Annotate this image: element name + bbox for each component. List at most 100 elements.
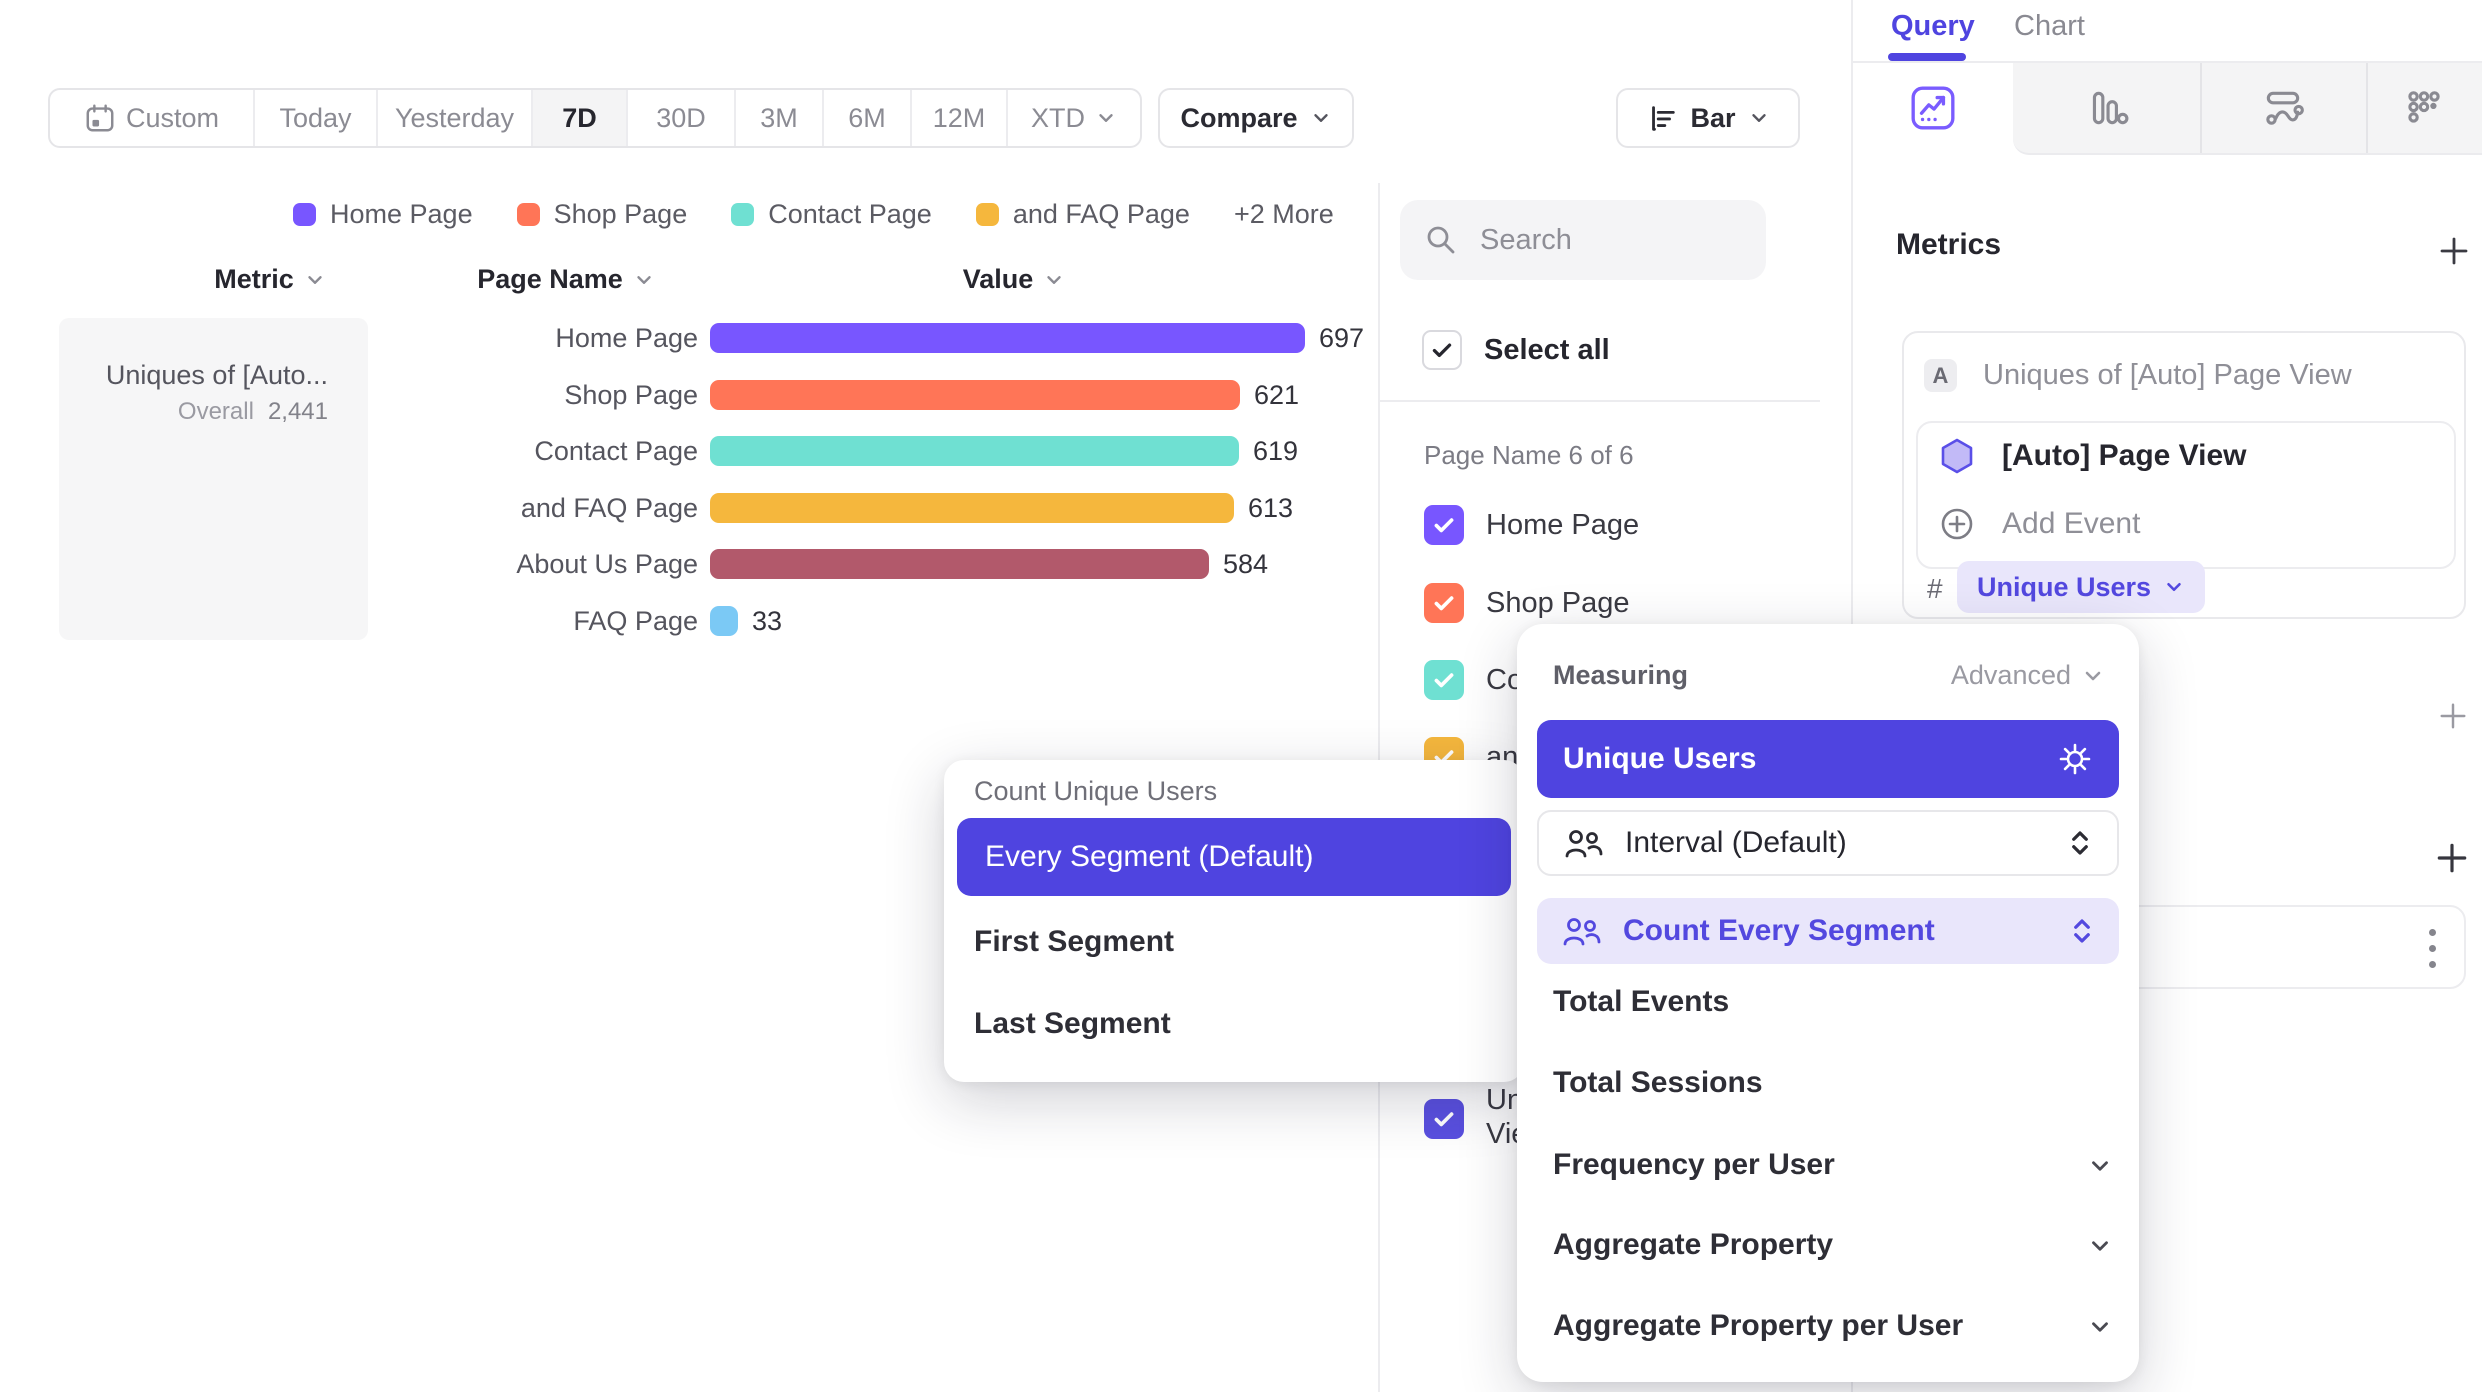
legend-item[interactable]: and FAQ Page	[976, 199, 1190, 230]
date-range-label: Custom	[126, 103, 219, 134]
check-icon	[1431, 590, 1457, 616]
metric-title: Uniques of [Auto...	[106, 360, 328, 391]
checkbox[interactable]	[1424, 1099, 1464, 1139]
bar-about-us-page[interactable]	[710, 549, 1209, 579]
chevron-down-icon	[1310, 107, 1332, 129]
bar-value: 584	[1223, 547, 1268, 581]
table-row: Contact Page 619	[368, 434, 1398, 468]
chart-type-button[interactable]: Bar	[1616, 88, 1800, 148]
legend-swatch	[731, 203, 754, 226]
users-icon	[1565, 828, 1603, 858]
tab-chart[interactable]: Chart	[2014, 10, 2085, 43]
hexagon-icon	[1938, 437, 1976, 475]
date-range-toolbar: Custom Today Yesterday 7D 30D 3M 6M 12M …	[48, 88, 1142, 148]
table-row: Home Page 697	[368, 321, 1398, 355]
tab-query[interactable]: Query	[1891, 10, 1975, 43]
legend-swatch	[293, 203, 316, 226]
sidebar-item-home-page[interactable]: Home Page	[1424, 505, 1639, 545]
bar-value: 33	[752, 604, 782, 638]
search-input[interactable]	[1478, 223, 1722, 258]
tab-retention[interactable]	[2366, 63, 2482, 153]
insights-icon	[1909, 84, 1957, 132]
checkbox[interactable]	[1424, 505, 1464, 545]
date-range-6m[interactable]: 6M	[824, 90, 912, 146]
column-header-page-name[interactable]: Page Name	[446, 264, 686, 295]
tab-flows[interactable]	[2200, 63, 2366, 153]
date-range-custom[interactable]: Custom	[50, 90, 255, 146]
search-box[interactable]	[1400, 200, 1766, 280]
option-aggregate-property[interactable]: Aggregate Property	[1553, 1227, 1833, 1263]
column-header-value[interactable]: Value	[894, 264, 1134, 295]
kebab-menu-icon[interactable]	[2429, 929, 2436, 968]
bar-and-faq-page[interactable]	[710, 493, 1234, 523]
chevron-down-icon	[633, 269, 655, 291]
legend-swatch	[517, 203, 540, 226]
add-filter-button[interactable]	[2437, 700, 2469, 732]
date-range-today[interactable]: Today	[255, 90, 378, 146]
date-range-12m[interactable]: 12M	[912, 90, 1008, 146]
bar-shop-page[interactable]	[710, 380, 1240, 410]
checkbox[interactable]	[1424, 583, 1464, 623]
flows-icon	[2260, 85, 2306, 131]
row-label: Shop Page	[368, 378, 698, 412]
interval-row[interactable]: Interval (Default)	[1537, 810, 2119, 876]
table-row: About Us Page 584	[368, 547, 1398, 581]
hash-label: #	[1927, 573, 1943, 605]
bar-value: 621	[1254, 378, 1299, 412]
select-all-row[interactable]: Select all	[1422, 330, 1610, 370]
option-frequency-per-user[interactable]: Frequency per User	[1553, 1147, 1835, 1183]
option-total-sessions[interactable]: Total Sessions	[1553, 1065, 1763, 1101]
add-breakdown-button[interactable]	[2434, 840, 2470, 876]
date-range-30d[interactable]: 30D	[628, 90, 736, 146]
checkbox[interactable]	[1424, 660, 1464, 700]
add-event-row[interactable]: Add Event	[1938, 505, 2140, 543]
chevron-down-icon	[2087, 1233, 2113, 1259]
metric-card-title: Uniques of [Auto] Page View	[1983, 359, 2352, 392]
count-every-segment-row[interactable]: Count Every Segment	[1537, 898, 2119, 964]
plus-icon	[2437, 700, 2469, 732]
date-range-yesterday[interactable]: Yesterday	[378, 90, 533, 146]
option-last-segment[interactable]: Last Segment	[974, 1006, 1171, 1042]
measure-pill[interactable]: Unique Users	[1957, 561, 2205, 613]
check-icon	[1431, 1106, 1457, 1132]
option-total-events[interactable]: Total Events	[1553, 984, 1729, 1020]
option-aggregate-property-per-user[interactable]: Aggregate Property per User	[1553, 1308, 1963, 1344]
count-unique-users-popover: Count Unique Users Every Segment (Defaul…	[944, 760, 1524, 1082]
metric-letter-badge: A	[1924, 359, 1957, 392]
option-first-segment[interactable]: First Segment	[974, 924, 1174, 960]
date-range-3m[interactable]: 3M	[736, 90, 824, 146]
legend-item[interactable]: Shop Page	[517, 199, 688, 230]
sidebar-item-shop-page[interactable]: Shop Page	[1424, 583, 1630, 623]
stepper-icon	[2069, 828, 2091, 858]
gear-icon	[2057, 741, 2093, 777]
event-group: [Auto] Page View Add Event	[1916, 421, 2456, 569]
sidebar-section-divider	[1378, 400, 1820, 402]
column-header-metric[interactable]: Metric	[150, 264, 390, 295]
option-unique-users-selected[interactable]: Unique Users	[1537, 720, 2119, 798]
bar-contact-page[interactable]	[710, 436, 1239, 466]
row-label: FAQ Page	[368, 604, 698, 638]
check-icon	[1429, 337, 1455, 363]
retention-dots-icon	[2401, 85, 2447, 131]
chevron-down-icon	[2087, 1153, 2113, 1179]
chevron-down-icon	[2081, 664, 2105, 688]
advanced-toggle[interactable]: Advanced	[1951, 660, 2105, 691]
tab-insights[interactable]	[1853, 63, 2013, 153]
legend-item[interactable]: Contact Page	[731, 199, 932, 230]
legend-more[interactable]: +2 More	[1234, 199, 1334, 230]
legend-item[interactable]: Home Page	[293, 199, 473, 230]
chart-legend: Home Page Shop Page Contact Page and FAQ…	[293, 199, 1334, 230]
event-row[interactable]: [Auto] Page View	[1938, 437, 2246, 475]
add-metric-button[interactable]	[2437, 234, 2471, 268]
metric-cell[interactable]: Uniques of [Auto... Overall2,441	[59, 318, 368, 640]
bar-faq-page[interactable]	[710, 606, 738, 636]
bar-home-page[interactable]	[710, 323, 1305, 353]
date-range-7d[interactable]: 7D	[533, 90, 628, 146]
date-range-xtd[interactable]: XTD	[1008, 90, 1140, 146]
compare-button[interactable]: Compare	[1158, 88, 1354, 148]
option-every-segment[interactable]: Every Segment (Default)	[957, 818, 1511, 896]
tab-funnels[interactable]	[2013, 63, 2200, 153]
plus-icon	[2434, 840, 2470, 876]
select-all-checkbox[interactable]	[1422, 330, 1462, 370]
check-icon	[1431, 667, 1457, 693]
